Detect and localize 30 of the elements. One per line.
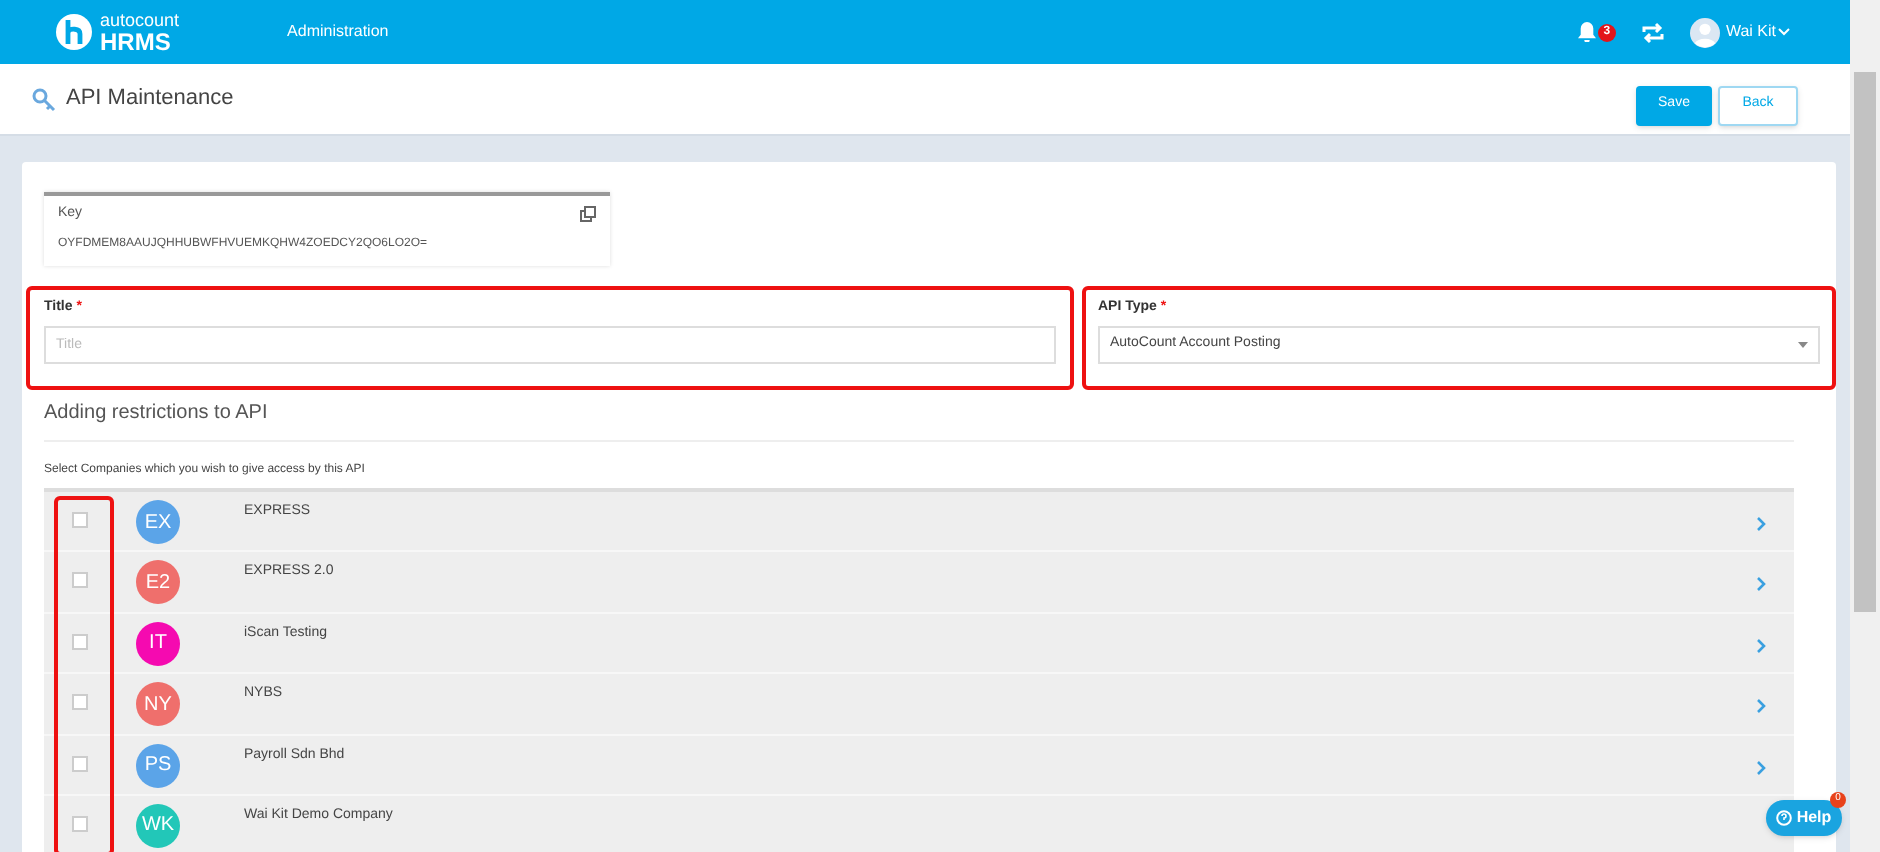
checkbox[interactable] (72, 815, 88, 832)
company-avatar: IT (136, 621, 180, 666)
checkbox[interactable] (72, 755, 88, 772)
bell-icon[interactable] (1577, 22, 1596, 42)
company-avatar: E2 (136, 560, 180, 605)
checkbox[interactable] (72, 694, 88, 711)
logo-wordmark-top: autocount (100, 11, 180, 29)
company-avatar: NY (136, 682, 180, 727)
chevron-right-icon[interactable] (1756, 698, 1766, 715)
company-avatar: PS (136, 743, 180, 788)
checkbox[interactable] (72, 633, 88, 650)
company-avatar: WK (136, 803, 180, 848)
chevron-right-icon[interactable] (1756, 576, 1766, 593)
swap-icon[interactable] (1639, 21, 1666, 43)
checkbox[interactable] (72, 572, 88, 589)
copy-icon[interactable] (580, 206, 596, 223)
caret-icon (1778, 28, 1790, 36)
chevron-right-icon[interactable] (1756, 637, 1766, 654)
company-avatar: EX (136, 500, 180, 544)
logo-wordmark: HRMS (100, 29, 173, 53)
caret-icon (1798, 341, 1808, 347)
avatar-icon[interactable] (1689, 17, 1720, 47)
section-heading: Adding restrictions to API (44, 400, 270, 428)
chevron-right-icon[interactable] (1756, 759, 1766, 776)
logo-icon (56, 14, 92, 50)
page-title: API Maintenance (66, 84, 234, 115)
chevron-right-icon[interactable] (1756, 516, 1766, 532)
key-icon (32, 87, 56, 111)
help-icon (1776, 810, 1793, 826)
checkbox[interactable] (72, 512, 88, 528)
